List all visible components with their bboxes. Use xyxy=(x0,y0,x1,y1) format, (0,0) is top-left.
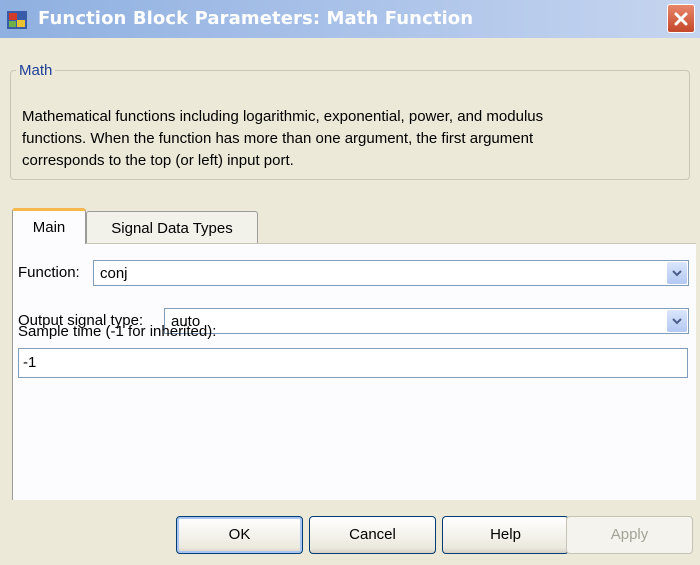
group-legend: Math xyxy=(16,62,56,79)
dropdown-arrow-button[interactable] xyxy=(667,310,687,332)
function-value: conj xyxy=(100,265,128,282)
description-line: Mathematical functions including logarit… xyxy=(22,108,544,125)
output-signal-type-dropdown[interactable]: auto xyxy=(164,308,689,334)
ok-button[interactable]: OK xyxy=(176,516,303,554)
block-description: Mathematical functions including logarit… xyxy=(22,106,662,172)
chevron-down-icon xyxy=(672,270,682,277)
help-button[interactable]: Help xyxy=(442,516,569,554)
window-title: Function Block Parameters: Math Function xyxy=(38,8,474,29)
function-label: Function: xyxy=(18,264,80,281)
tab-signal-data-types[interactable]: Signal Data Types xyxy=(86,211,258,244)
apply-button[interactable]: Apply xyxy=(566,516,693,554)
dropdown-arrow-button[interactable] xyxy=(667,262,687,284)
description-line: functions. When the function has more th… xyxy=(22,130,534,147)
function-dropdown[interactable]: conj xyxy=(93,260,689,286)
sample-time-label: Sample time (-1 for inherited): xyxy=(18,323,217,340)
title-bar[interactable]: Function Block Parameters: Math Function xyxy=(0,0,700,38)
description-line: corresponds to the top (or left) input p… xyxy=(22,152,294,169)
close-icon xyxy=(674,12,688,25)
sample-time-input[interactable]: -1 xyxy=(18,348,688,378)
simulink-block-icon xyxy=(7,11,27,29)
tab-main[interactable]: Main xyxy=(12,208,86,244)
chevron-down-icon xyxy=(672,318,682,325)
cancel-button[interactable]: Cancel xyxy=(309,516,436,554)
close-button[interactable] xyxy=(667,4,695,33)
